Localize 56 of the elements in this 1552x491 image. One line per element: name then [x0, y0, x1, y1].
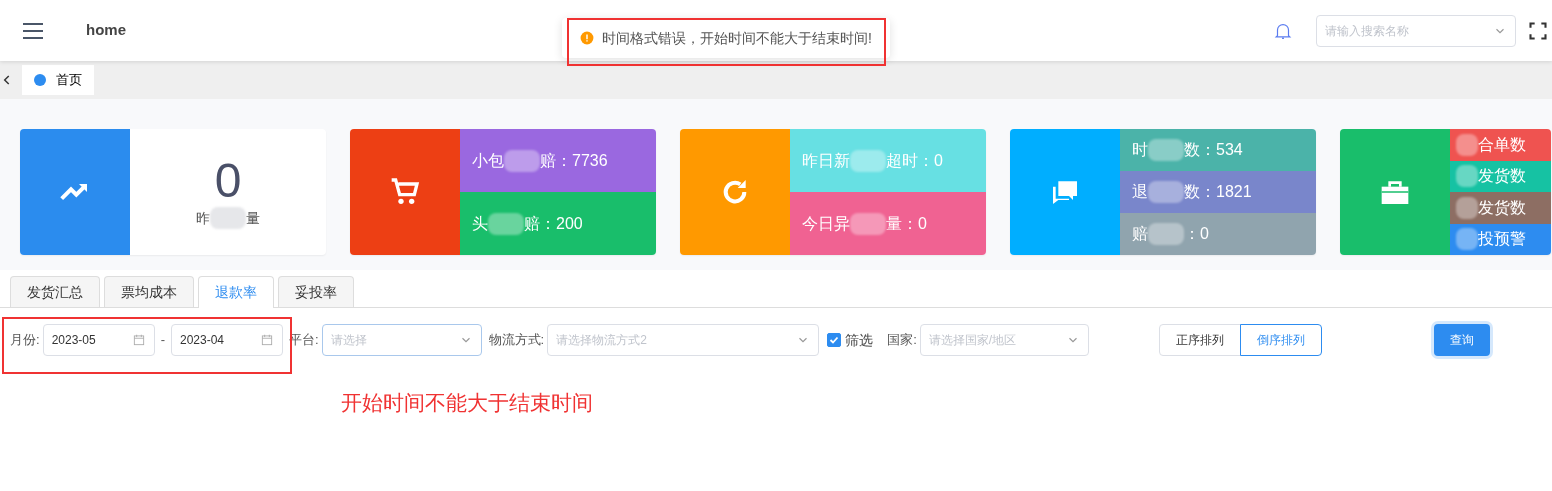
- check-icon: [829, 335, 840, 345]
- redaction-blur: [210, 207, 246, 230]
- error-message: 开始时间不能大于结束时间: [341, 390, 593, 416]
- redaction-blur: [1456, 133, 1478, 156]
- stat-label: 赔：7736: [540, 150, 608, 171]
- calendar-icon: [131, 333, 146, 347]
- fullscreen-icon[interactable]: [1528, 20, 1548, 41]
- redaction-blur: [1456, 196, 1478, 219]
- stat-label: 发货数: [1478, 197, 1526, 218]
- stat-value: 0: [214, 154, 242, 208]
- date-field[interactable]: 2023-05: [42, 324, 155, 356]
- stat-label: ：0: [1184, 224, 1209, 244]
- stat-label: 量: [246, 208, 260, 228]
- date-field[interactable]: 2023-04: [170, 324, 283, 356]
- field-label: 物流方式:: [488, 331, 545, 350]
- stat-label: 数：534: [1184, 140, 1243, 160]
- stat-label: 发货数: [1478, 166, 1526, 187]
- calendar-icon: [259, 333, 274, 347]
- tab[interactable]: 票均成本: [104, 276, 194, 307]
- stat-label: 小包: [472, 150, 504, 171]
- redaction-blur: [488, 212, 524, 235]
- stat-label: 赔: [1132, 224, 1148, 244]
- range-separator: -: [160, 331, 165, 350]
- stat-label: 头: [472, 213, 488, 234]
- sort-button[interactable]: 正序排列: [1158, 324, 1241, 356]
- redaction-blur: [504, 149, 540, 172]
- sort-button[interactable]: 倒序排列: [1239, 324, 1322, 356]
- stat-label: 昨: [196, 208, 210, 228]
- redaction-blur: [1456, 228, 1478, 251]
- stat-label: 赔：200: [524, 213, 583, 234]
- field-label: 月份:: [10, 331, 40, 350]
- tab[interactable]: 妥投率: [278, 276, 354, 307]
- field-label: 国家:: [887, 331, 917, 350]
- stat-label: 超时：0: [886, 150, 943, 171]
- checkbox[interactable]: [827, 333, 842, 347]
- stat-label: 量：0: [886, 213, 927, 234]
- warning-icon: [580, 31, 594, 45]
- tab[interactable]: 退款率: [198, 276, 274, 308]
- stat-label: 合单数: [1478, 134, 1526, 155]
- redaction-blur: [1148, 181, 1184, 203]
- toast-message: 时间格式错误，开始时间不能大于结束时间!: [602, 28, 872, 48]
- stat-label: 昨日新: [802, 150, 850, 171]
- stat-label: 退: [1132, 182, 1148, 202]
- redaction-blur: [1456, 165, 1478, 188]
- stat-label: 数：1821: [1184, 182, 1252, 202]
- redaction-blur: [850, 149, 886, 172]
- redaction-blur: [1148, 139, 1184, 161]
- page-tag[interactable]: 首页: [22, 65, 94, 95]
- page-title: home: [86, 20, 126, 41]
- stat-label: 投预警: [1478, 229, 1526, 250]
- redaction-blur: [1148, 223, 1184, 245]
- stat-label: 时: [1132, 140, 1148, 160]
- stat-label: 今日异: [802, 213, 850, 234]
- redaction-blur: [850, 212, 886, 235]
- filter-checkbox[interactable]: 筛选: [827, 329, 874, 351]
- tab[interactable]: 发货汇总: [10, 276, 100, 307]
